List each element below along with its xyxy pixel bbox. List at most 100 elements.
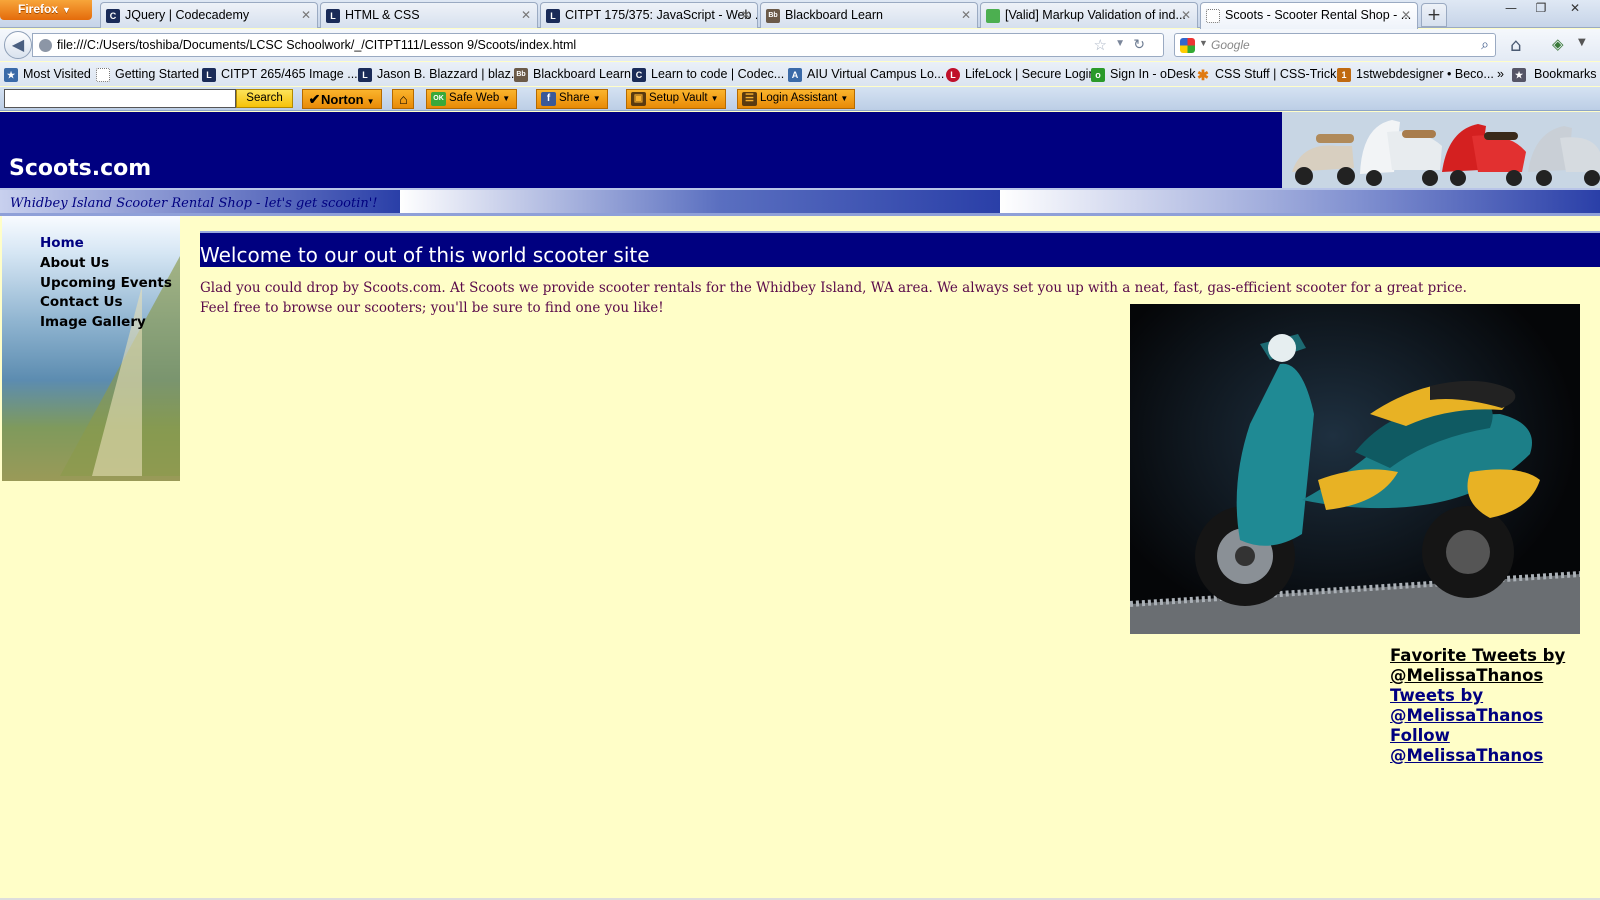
- google-icon: [1180, 38, 1195, 53]
- nav-link-about-us[interactable]: About Us: [40, 255, 109, 271]
- nav-item-about-us: About Us: [40, 254, 172, 274]
- tab-label: [Valid] Markup Validation of ind...: [1005, 8, 1186, 22]
- history-dropdown-icon[interactable]: ▼: [1115, 38, 1125, 49]
- nav-item-upcoming-events: Upcoming Events: [40, 274, 172, 294]
- setup-vault-label: Setup Vault: [649, 92, 708, 104]
- nav-link-contact-us[interactable]: Contact Us: [40, 294, 123, 310]
- bookmark-star-icon[interactable]: ☆: [1094, 36, 1107, 54]
- facebook-icon: f: [541, 92, 556, 106]
- intro-paragraph-1: Glad you could drop by Scoots.com. At Sc…: [200, 280, 1467, 296]
- url-bar[interactable]: file:///C:/Users/toshiba/Documents/LCSC …: [32, 33, 1164, 57]
- setup-vault-button[interactable]: ▣ Setup Vault ▼: [626, 89, 726, 109]
- lcsc-icon: L: [202, 68, 216, 82]
- odesk-icon: o: [1091, 68, 1105, 82]
- bookmark-1stwebdesigner[interactable]: 1 1stwebdesigner • Beco...: [1337, 67, 1494, 82]
- bookmark-label: CITPT 265/465 Image ...: [221, 67, 358, 81]
- share-button[interactable]: f Share ▼: [536, 89, 608, 109]
- window-close-button[interactable]: ✕: [1560, 0, 1590, 18]
- bookmark-css-tricks[interactable]: ✱ CSS Stuff | CSS-Tricks: [1196, 67, 1343, 82]
- chevron-down-icon: ▼: [840, 94, 849, 103]
- login-assistant-icon: ☰: [742, 92, 757, 106]
- bookmark-label: Sign In - oDesk: [1110, 67, 1196, 81]
- welcome-heading: Welcome to our out of this world scooter…: [200, 231, 1600, 267]
- blackboard-icon: Bb: [514, 68, 528, 82]
- home-icon: ⌂: [399, 91, 408, 107]
- tagline-bar: Whidbey Island Scooter Rental Shop - let…: [0, 188, 1600, 216]
- chevron-down-icon: ▼: [592, 94, 601, 103]
- login-assistant-button[interactable]: ☰ Login Assistant ▼: [737, 89, 856, 109]
- norton-search-input[interactable]: [4, 89, 236, 108]
- nav-link-home[interactable]: Home: [40, 235, 84, 251]
- norton-menu-button[interactable]: ✔ Norton ▼: [302, 89, 382, 109]
- bookmark-label: Jason B. Blazzard | blaz...: [377, 67, 522, 81]
- reload-icon[interactable]: ↻: [1133, 36, 1145, 53]
- close-icon[interactable]: ✕: [521, 8, 531, 22]
- norton-home-button[interactable]: ⌂: [392, 89, 414, 109]
- bookmark-citpt-265[interactable]: L CITPT 265/465 Image ...: [202, 67, 358, 82]
- bookmarks-menu-button[interactable]: ★ Bookmarks: [1512, 67, 1597, 82]
- bookmarks-overflow-chevron[interactable]: »: [1497, 67, 1504, 81]
- search-bar[interactable]: ▼ Google ⌕: [1174, 33, 1496, 57]
- bookmark-blackboard-learn[interactable]: Bb Blackboard Learn: [514, 67, 631, 82]
- nav-link-upcoming-events[interactable]: Upcoming Events: [40, 275, 172, 291]
- bookmark-odesk[interactable]: o Sign In - oDesk: [1091, 67, 1196, 82]
- search-icon[interactable]: ⌕: [1481, 36, 1489, 53]
- tab-strip: Firefox ▼ C JQuery | Codecademy ✕ L HTML …: [0, 0, 1600, 29]
- back-button[interactable]: ◀: [4, 31, 32, 59]
- restore-button[interactable]: ❐: [1526, 0, 1556, 18]
- follow-link[interactable]: Follow @MelissaThanos: [1390, 726, 1600, 766]
- safe-web-button[interactable]: OK Safe Web ▼: [426, 89, 518, 109]
- firefox-menu-button[interactable]: Firefox ▼: [0, 0, 92, 20]
- tab-label: Blackboard Learn: [785, 8, 883, 22]
- bookmark-jason-blazzard[interactable]: L Jason B. Blazzard | blaz...: [358, 67, 522, 82]
- codecademy-icon: C: [632, 68, 646, 82]
- aiu-icon: A: [788, 68, 802, 82]
- chevron-down-icon: ▼: [502, 94, 511, 103]
- norton-toolbar: Search ✔ Norton ▼ ⌂ OK Safe Web ▼ f Share ▼…: [0, 87, 1600, 111]
- twitter-widget-links: Favorite Tweets by @MelissaThanos Tweets…: [1390, 646, 1600, 766]
- chevron-down-icon[interactable]: ▼: [1578, 37, 1586, 48]
- bookmarks-toolbar: ★ Most Visited Getting Started L CITPT 2…: [0, 62, 1600, 86]
- addon-icon[interactable]: ◈: [1552, 35, 1564, 53]
- blank-page-icon: [96, 68, 110, 82]
- bookmark-aiu-virtual-campus[interactable]: A AIU Virtual Campus Lo...: [788, 67, 944, 82]
- favorite-tweets-link[interactable]: Favorite Tweets by @MelissaThanos: [1390, 646, 1600, 686]
- minimize-button[interactable]: —: [1496, 0, 1526, 18]
- bookmark-label: LifeLock | Secure Login: [965, 67, 1096, 81]
- close-icon[interactable]: ✕: [961, 8, 971, 22]
- home-icon[interactable]: ⌂: [1510, 35, 1521, 56]
- search-placeholder: Google: [1211, 38, 1250, 52]
- close-icon[interactable]: ✕: [1401, 8, 1411, 22]
- bookmark-getting-started[interactable]: Getting Started: [96, 67, 200, 82]
- close-icon[interactable]: ✕: [301, 8, 311, 22]
- tab-label: Scoots - Scooter Rental Shop - ...: [1225, 8, 1412, 22]
- tab-scoots-active[interactable]: Scoots - Scooter Rental Shop - ... ✕: [1200, 2, 1418, 29]
- tab-jquery-codecademy[interactable]: C JQuery | Codecademy ✕: [100, 2, 318, 28]
- tab-markup-validation[interactable]: [Valid] Markup Validation of ind... ✕: [980, 2, 1198, 28]
- tab-citpt-javascript[interactable]: L CITPT 175/375: JavaScript - Web ... ✕: [540, 2, 758, 28]
- tweets-by-link[interactable]: Tweets by @MelissaThanos: [1390, 686, 1600, 726]
- bookmarks-menu-label: Bookmarks: [1534, 67, 1597, 81]
- bookmark-label: Blackboard Learn: [533, 67, 631, 81]
- norton-search-button[interactable]: Search: [236, 89, 293, 108]
- bookmark-label: Getting Started: [115, 67, 200, 81]
- bookmark-most-visited[interactable]: ★ Most Visited: [4, 67, 91, 82]
- new-tab-button[interactable]: +: [1421, 3, 1447, 27]
- nav-item-image-gallery: Image Gallery: [40, 313, 172, 333]
- bookmark-label: CSS Stuff | CSS-Tricks: [1215, 67, 1343, 81]
- tab-blackboard-learn[interactable]: Bb Blackboard Learn ✕: [760, 2, 978, 28]
- sidebar-nav: Home About Us Upcoming Events Contact Us…: [2, 216, 180, 481]
- close-icon[interactable]: ✕: [741, 8, 751, 22]
- bookmark-label: Most Visited: [23, 67, 91, 81]
- close-icon[interactable]: ✕: [1181, 8, 1191, 22]
- engine-dropdown-icon[interactable]: ▼: [1199, 38, 1208, 48]
- teal-scooter-image: [1130, 334, 1580, 634]
- nav-link-image-gallery[interactable]: Image Gallery: [40, 314, 146, 330]
- bookmark-lifelock[interactable]: L LifeLock | Secure Login: [946, 67, 1096, 82]
- site-tagline: Whidbey Island Scooter Rental Shop - let…: [10, 196, 378, 211]
- site-title: Scoots.com: [9, 156, 152, 181]
- bookmark-learn-to-code[interactable]: C Learn to code | Codec...: [632, 67, 784, 82]
- bookmarks-star-icon: ★: [1512, 68, 1526, 82]
- tab-html-css[interactable]: L HTML & CSS ✕: [320, 2, 538, 28]
- lcsc-icon: L: [326, 9, 340, 23]
